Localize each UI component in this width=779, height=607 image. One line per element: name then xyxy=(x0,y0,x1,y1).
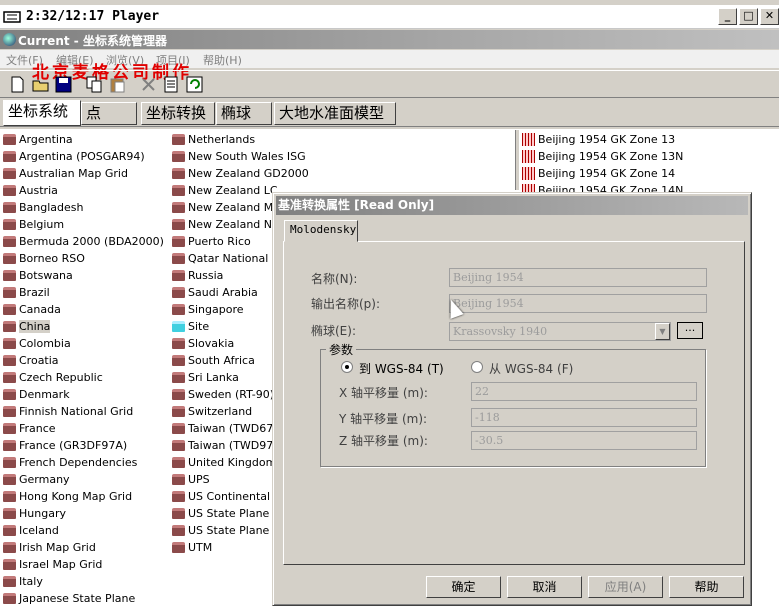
tab-geoid-models[interactable]: 大地水准面模型 xyxy=(274,102,396,125)
paste-icon[interactable] xyxy=(109,76,126,93)
menu-help[interactable]: 帮助(H) xyxy=(203,52,242,68)
ok-button[interactable]: 确定 xyxy=(426,576,501,598)
close-button[interactable]: ✕ xyxy=(760,8,779,25)
minimize-button[interactable]: _ xyxy=(718,8,737,25)
output-name-label: 输出名称(p): xyxy=(311,297,381,311)
ellipsoid-label: 椭球(E): xyxy=(311,324,356,338)
output-name-field[interactable]: Beijing 1954 xyxy=(449,294,707,313)
pane-divider[interactable] xyxy=(515,130,519,190)
new-file-icon[interactable] xyxy=(9,76,26,93)
tab-ellipsoid[interactable]: 椭球 xyxy=(216,102,272,125)
apply-button[interactable]: 应用(A) xyxy=(588,576,663,598)
open-folder-icon[interactable] xyxy=(32,76,49,93)
y-shift-label: Y 轴平移量 (m): xyxy=(339,412,428,426)
app-title-bar: Current - 坐标系统管理器 xyxy=(0,30,779,49)
ellipsoid-browse-button[interactable]: ... xyxy=(677,322,703,339)
parameters-label: 参数 xyxy=(326,341,357,358)
globe-icon xyxy=(3,33,16,46)
x-shift-label: X 轴平移量 (m): xyxy=(339,386,428,400)
tab-molodensky[interactable]: Molodensky xyxy=(284,220,358,242)
refresh-icon[interactable] xyxy=(186,76,203,93)
y-shift-field[interactable]: -118 xyxy=(471,408,697,427)
chevron-down-icon[interactable]: ▼ xyxy=(655,323,670,340)
tab-points[interactable]: 点 xyxy=(81,102,137,125)
save-icon[interactable] xyxy=(55,76,72,93)
main-tabs: 坐标系统 点 坐标转换 椭球 大地水准面模型 xyxy=(0,100,779,127)
toolbar xyxy=(0,70,779,98)
z-shift-label: Z 轴平移量 (m): xyxy=(339,434,428,448)
radio-from-wgs84-label: 从 WGS-84 (F) xyxy=(489,362,574,376)
name-label: 名称(N): xyxy=(311,272,358,286)
player-title: 2:32/12:17 Player xyxy=(26,9,160,24)
tab-coordinate-systems[interactable]: 坐标系统 xyxy=(3,100,81,126)
x-shift-field[interactable]: 22 xyxy=(471,382,697,401)
help-button[interactable]: 帮助 xyxy=(669,576,744,598)
player-icon xyxy=(3,11,21,23)
tab-coordinate-transform[interactable]: 坐标转换 xyxy=(141,102,215,125)
radio-to-wgs84-label: 到 WGS-84 (T) xyxy=(359,362,444,376)
dialog-title: 基准转换属性 [Read Only] xyxy=(276,196,748,215)
z-shift-field[interactable]: -30.5 xyxy=(471,431,697,450)
cancel-button[interactable]: 取消 xyxy=(507,576,582,598)
copy-icon[interactable] xyxy=(86,76,103,93)
ellipsoid-select[interactable]: Krassovsky 1940 xyxy=(449,322,671,341)
radio-from-wgs84[interactable] xyxy=(471,361,483,373)
maximize-button[interactable]: □ xyxy=(739,8,758,25)
datum-transform-dialog: 基准转换属性 [Read Only] Molodensky 名称(N): Bei… xyxy=(272,192,752,606)
player-title-bar: 2:32/12:17 Player _ □ ✕ xyxy=(0,5,779,29)
name-field[interactable]: Beijing 1954 xyxy=(449,268,707,287)
radio-to-wgs84[interactable] xyxy=(341,361,353,373)
delete-icon[interactable] xyxy=(140,76,157,93)
app-title: Current - 坐标系统管理器 xyxy=(18,34,167,48)
properties-icon[interactable] xyxy=(163,76,180,93)
